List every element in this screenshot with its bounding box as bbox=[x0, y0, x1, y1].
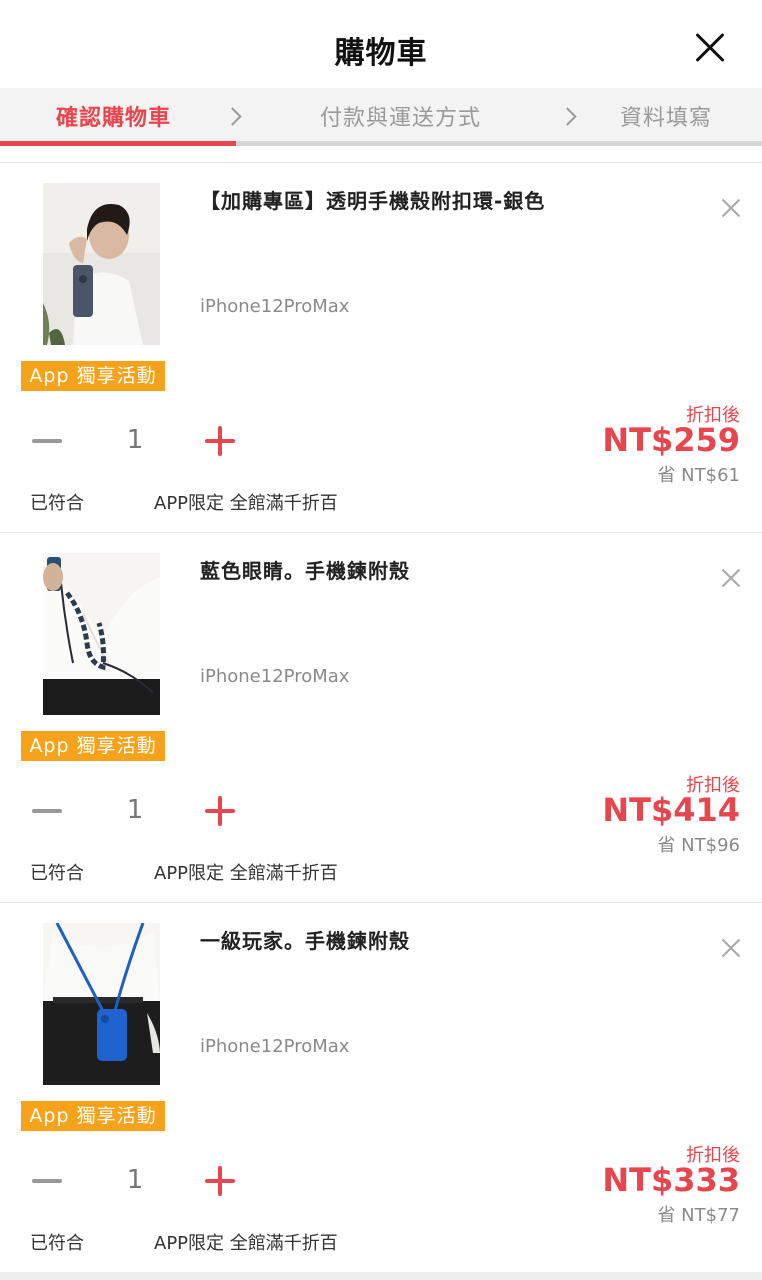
product-image[interactable] bbox=[43, 553, 160, 715]
header: 購物車 bbox=[0, 0, 762, 88]
discounted-price: NT$333 bbox=[602, 1161, 740, 1199]
product-title[interactable]: 藍色眼睛。手機鍊附殼 bbox=[200, 555, 680, 584]
page-title: 購物車 bbox=[334, 36, 428, 71]
quantity-increase-button[interactable] bbox=[205, 1165, 237, 1197]
quantity-value: 1 bbox=[126, 1165, 144, 1195]
quantity-increase-button[interactable] bbox=[205, 795, 237, 827]
app-exclusive-badge: App 獨享活動 bbox=[21, 731, 165, 761]
savings-amount: 省 NT$61 bbox=[657, 465, 740, 486]
quantity-decrease-button[interactable] bbox=[32, 1169, 64, 1193]
promo-name[interactable]: APP限定 全館滿千折百 bbox=[154, 1229, 338, 1255]
product-variant: iPhone12ProMax bbox=[200, 666, 350, 687]
quantity-decrease-button[interactable] bbox=[32, 799, 64, 823]
product-title[interactable]: 【加購專區】透明手機殼附扣環-銀色 bbox=[200, 185, 680, 214]
promo-status: 已符合 bbox=[30, 1233, 84, 1254]
chevron-right-icon bbox=[223, 107, 242, 126]
savings-amount: 省 NT$96 bbox=[657, 835, 740, 856]
product-title[interactable]: 一級玩家。手機鍊附殼 bbox=[200, 925, 680, 954]
cart-item: App 獨享活動 【加購專區】透明手機殼附扣環-銀色 iPhone12ProMa… bbox=[0, 163, 762, 533]
close-icon[interactable] bbox=[690, 28, 730, 68]
step-confirm-cart[interactable]: 確認購物車 bbox=[56, 100, 171, 132]
savings-amount: 省 NT$77 bbox=[657, 1205, 740, 1226]
promo-name[interactable]: APP限定 全館滿千折百 bbox=[154, 489, 338, 515]
cart-item: App 獨享活動 藍色眼睛。手機鍊附殼 iPhone12ProMax 1 折扣後… bbox=[0, 533, 762, 903]
promo-status: 已符合 bbox=[30, 863, 84, 884]
quantity-value: 1 bbox=[126, 795, 144, 825]
footer-divider bbox=[0, 1272, 762, 1280]
discounted-price: NT$414 bbox=[602, 791, 740, 829]
quantity-decrease-button[interactable] bbox=[32, 429, 64, 453]
chevron-right-icon bbox=[558, 107, 577, 126]
product-image[interactable] bbox=[43, 923, 160, 1085]
app-exclusive-badge: App 獨享活動 bbox=[21, 361, 165, 391]
promo-status: 已符合 bbox=[30, 493, 84, 514]
checkout-steps: 確認購物車 付款與運送方式 資料填寫 bbox=[0, 88, 762, 146]
divider bbox=[0, 146, 762, 163]
product-variant: iPhone12ProMax bbox=[200, 296, 350, 317]
cart-item: App 獨享活動 一級玩家。手機鍊附殼 iPhone12ProMax 1 折扣後… bbox=[0, 903, 762, 1273]
promo-name[interactable]: APP限定 全館滿千折百 bbox=[154, 859, 338, 885]
step-payment-shipping[interactable]: 付款與運送方式 bbox=[320, 100, 481, 132]
product-variant: iPhone12ProMax bbox=[200, 1036, 350, 1057]
quantity-value: 1 bbox=[126, 425, 144, 455]
app-exclusive-badge: App 獨享活動 bbox=[21, 1101, 165, 1131]
product-image[interactable] bbox=[43, 183, 160, 345]
remove-item-icon[interactable] bbox=[720, 937, 742, 959]
remove-item-icon[interactable] bbox=[720, 197, 742, 219]
remove-item-icon[interactable] bbox=[720, 567, 742, 589]
discounted-price: NT$259 bbox=[602, 421, 740, 459]
step-fill-info[interactable]: 資料填寫 bbox=[620, 100, 712, 132]
quantity-increase-button[interactable] bbox=[205, 425, 237, 457]
